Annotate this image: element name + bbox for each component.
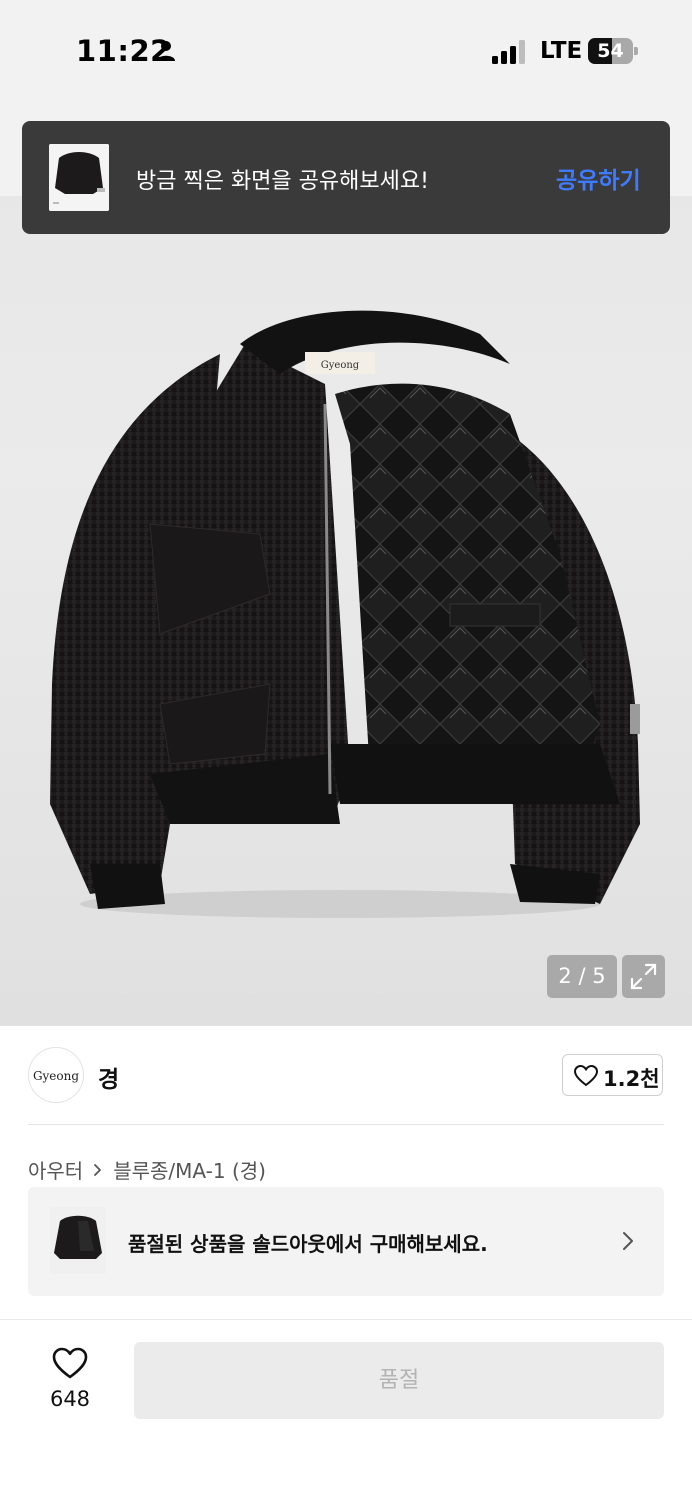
- brand-like-button[interactable]: 1.2천: [562, 1054, 663, 1096]
- breadcrumb-item-blouson[interactable]: 블루종/MA-1 (경): [113, 1155, 266, 1184]
- brand-logo[interactable]: Gyeong: [28, 1047, 84, 1103]
- wishlist-count: 648: [49, 1387, 91, 1411]
- brand-name[interactable]: 경: [98, 1060, 119, 1094]
- screenshot-thumbnail-image: [49, 144, 109, 211]
- toast-message: 방금 찍은 화면을 공유해보세요!: [136, 169, 429, 194]
- garment-label-text: Gyeong: [321, 360, 360, 371]
- chevron-right-icon: [94, 1163, 102, 1176]
- product-image-gallery[interactable]: Gyeong 2 / 5: [0, 104, 692, 1026]
- soldout-banner-text: 품절된 상품을 솔드아웃에서 구매해보세요.: [128, 1232, 488, 1256]
- wishlist-heart-icon[interactable]: [52, 1347, 88, 1380]
- breadcrumb-item-outer[interactable]: 아우터: [28, 1155, 83, 1184]
- buy-button-soldout[interactable]: 품절: [134, 1342, 664, 1419]
- brand-logo-text: Gyeong: [32, 1069, 80, 1083]
- divider: [28, 1124, 664, 1125]
- expand-icon: [630, 963, 657, 990]
- chevron-right-icon: [623, 1232, 633, 1250]
- breadcrumb: 아우터 블루종/MA-1 (경): [28, 1155, 266, 1184]
- fullscreen-button[interactable]: [622, 955, 665, 998]
- image-counter: 2 / 5: [547, 955, 617, 998]
- screenshot-thumbnail[interactable]: [49, 144, 109, 211]
- product-photo-jacket: Gyeong: [50, 310, 640, 918]
- soldout-product-thumbnail: [50, 1207, 106, 1274]
- bottom-action-bar: 648 품절: [0, 1319, 692, 1500]
- jacket-thumbnail-image: [50, 1207, 106, 1274]
- share-button[interactable]: 공유하기: [556, 161, 641, 195]
- cellular-signal-icon: [492, 40, 525, 64]
- soldout-banner[interactable]: 품절된 상품을 솔드아웃에서 구매해보세요.: [28, 1187, 664, 1296]
- share-screenshot-toast: 방금 찍은 화면을 공유해보세요! 공유하기: [22, 121, 670, 234]
- status-bar: 11:22 LTE 54: [0, 0, 692, 104]
- brand-like-count: 1.2천: [603, 1067, 660, 1091]
- person-icon: [157, 41, 175, 61]
- heart-outline-icon: [574, 1065, 598, 1087]
- battery-icon: 54: [588, 38, 638, 64]
- battery-percent: 54: [597, 40, 624, 62]
- network-type: LTE: [540, 38, 583, 64]
